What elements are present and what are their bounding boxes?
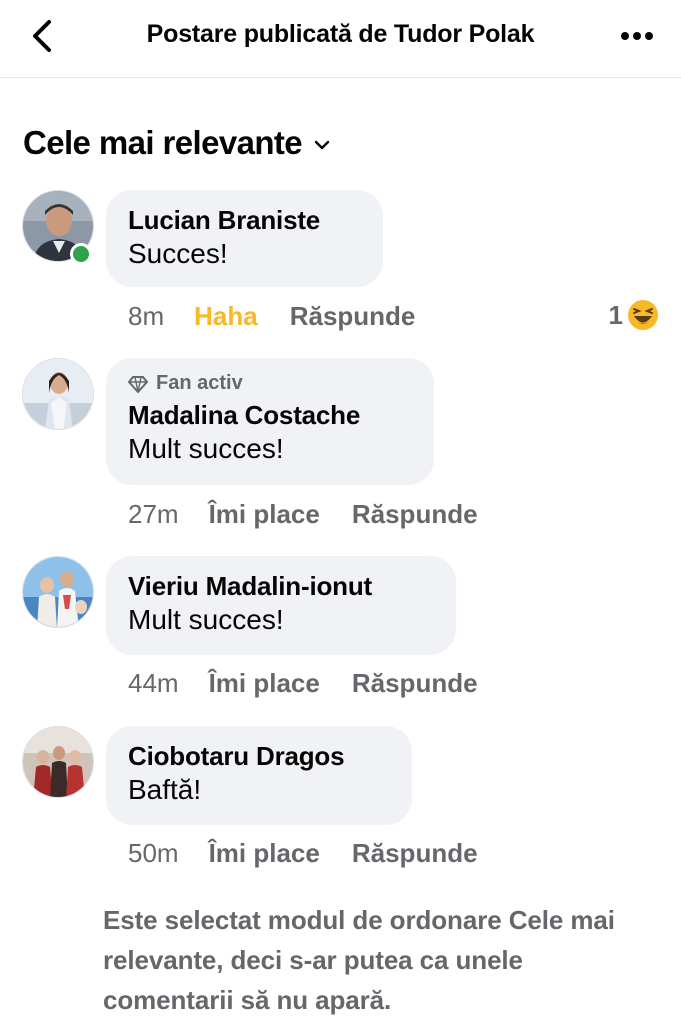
reaction-button[interactable]: Haha [194, 301, 258, 332]
like-button[interactable]: Îmi place [209, 499, 320, 530]
comment-sort-selector[interactable]: Cele mai relevante [23, 124, 330, 162]
reaction-summary[interactable]: 1 [609, 299, 659, 331]
online-status-indicator [70, 243, 92, 265]
reaction-count: 1 [608, 299, 623, 330]
reply-button[interactable]: Răspunde [352, 668, 478, 699]
haha-emoji-icon [628, 300, 658, 330]
like-button[interactable]: Îmi place [209, 838, 320, 869]
avatar-image [23, 557, 93, 627]
comment-time[interactable]: 8m [128, 301, 164, 332]
comment-actions: 27m Îmi place Răspunde [128, 499, 510, 530]
comment-author[interactable]: Ciobotaru Dragos [128, 740, 390, 772]
comment-bubble[interactable]: Vieriu Madalin-ionut Mult succes! [106, 556, 456, 655]
avatar[interactable] [22, 556, 94, 628]
comment-time[interactable]: 50m [128, 838, 179, 869]
avatar[interactable] [22, 358, 94, 430]
top-bar: Postare publicată de Tudor Polak [0, 0, 681, 78]
comment-text: Mult succes! [128, 433, 284, 464]
comment-author[interactable]: Vieriu Madalin-ionut [128, 570, 434, 602]
comment-actions: 44m Îmi place Răspunde [128, 668, 510, 699]
sort-label: Cele mai relevante [23, 124, 303, 161]
reply-button[interactable]: Răspunde [352, 838, 478, 869]
reply-button[interactable]: Răspunde [352, 499, 478, 530]
more-options-button[interactable] [615, 18, 659, 54]
comment-bubble[interactable]: Lucian Braniste Succes! [106, 190, 383, 287]
comment-text: Mult succes! [128, 604, 284, 635]
more-dots-icon [621, 32, 653, 40]
sort-notice: Este selectat modul de ordonare Cele mai… [103, 905, 615, 1015]
comment-author[interactable]: Lucian Braniste [128, 204, 361, 236]
comment-text: Succes! [128, 238, 228, 269]
comment-actions: 50m Îmi place Răspunde [128, 838, 510, 869]
reply-button[interactable]: Răspunde [290, 301, 416, 332]
comment-bubble[interactable]: Fan activ Madalina Costache Mult succes! [106, 358, 434, 485]
active-fan-badge: Fan activ [128, 372, 412, 395]
comment-time[interactable]: 27m [128, 499, 179, 530]
comment-text: Baftă! [128, 774, 202, 805]
like-button[interactable]: Îmi place [209, 668, 320, 699]
chevron-down-icon [314, 140, 330, 150]
comment-actions: 8m Haha Răspunde [128, 301, 447, 332]
badge-label: Fan activ [156, 372, 243, 394]
comment-time[interactable]: 44m [128, 668, 179, 699]
avatar-image [23, 727, 93, 797]
comment-author[interactable]: Madalina Costache [128, 399, 412, 431]
page-title: Postare publicată de Tudor Polak [146, 20, 535, 48]
avatar[interactable] [22, 726, 94, 798]
comment-bubble[interactable]: Ciobotaru Dragos Baftă! [106, 726, 412, 825]
avatar-image [23, 359, 93, 429]
diamond-icon [128, 375, 148, 393]
